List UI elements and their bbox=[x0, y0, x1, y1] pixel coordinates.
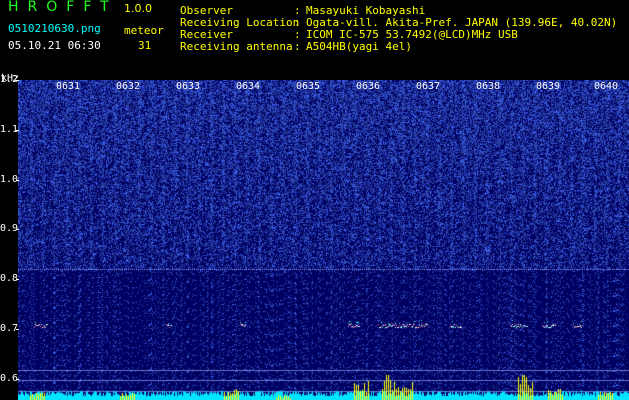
minute-label: 0633 bbox=[176, 81, 201, 92]
freq-tick bbox=[16, 379, 19, 380]
freq-tick bbox=[16, 180, 19, 181]
minute-label: 0636 bbox=[356, 81, 381, 92]
minute-label: 0634 bbox=[236, 81, 261, 92]
freq-tick bbox=[16, 80, 19, 81]
file-name: 0510210630.png bbox=[8, 22, 101, 35]
minute-label: 0631 bbox=[56, 81, 81, 92]
minute-label: 0640 bbox=[594, 81, 619, 92]
spectrogram-canvas bbox=[18, 80, 629, 400]
minute-label: 0635 bbox=[296, 81, 321, 92]
meteor-count: 31 bbox=[138, 39, 152, 52]
meteor-label: meteor bbox=[124, 24, 164, 37]
app-version: 1.0.0 bbox=[124, 2, 152, 15]
minute-label: 0637 bbox=[416, 81, 441, 92]
minute-label: 0632 bbox=[116, 81, 141, 92]
info-key-antenna: Receiving antenna bbox=[180, 40, 293, 53]
freq-tick bbox=[16, 229, 19, 230]
minute-label: 0639 bbox=[536, 81, 561, 92]
spectrogram-area bbox=[18, 80, 629, 400]
freq-tick bbox=[16, 329, 19, 330]
date-time: 05.10.21 06:30 bbox=[8, 39, 101, 52]
freq-tick bbox=[16, 130, 19, 131]
freq-tick bbox=[16, 279, 19, 280]
info-value-antenna: A504HB(yagi 4el) bbox=[306, 40, 412, 53]
info-colon: : bbox=[294, 40, 301, 53]
minute-label: 0638 bbox=[476, 81, 501, 92]
app-title: HROFFT bbox=[8, 0, 118, 15]
